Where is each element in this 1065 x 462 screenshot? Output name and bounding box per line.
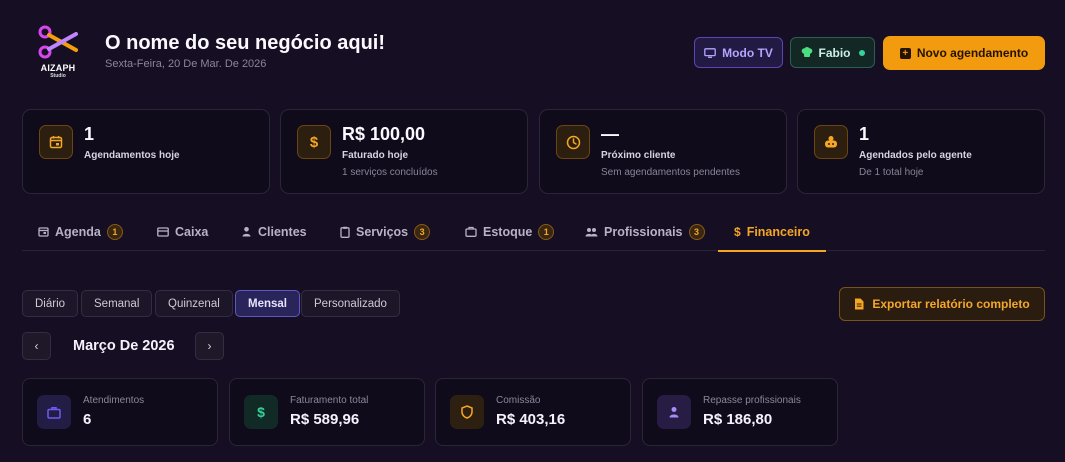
metric-value: R$ 589,96 (290, 411, 360, 428)
monitor-icon (704, 47, 717, 58)
period-semanal[interactable]: Semanal (81, 290, 153, 317)
shield-icon (450, 395, 484, 429)
dollar-icon: $ (297, 125, 331, 159)
stat-sub: 1 serviços concluídos (342, 167, 438, 178)
period-quinzenal[interactable]: Quinzenal (155, 290, 233, 317)
export-report-button[interactable]: Exportar relatório completo (839, 287, 1045, 321)
person-icon (242, 227, 251, 237)
briefcase-icon (37, 395, 71, 429)
tab-estoque[interactable]: Estoque 1 (465, 212, 555, 251)
chef-hat-icon (801, 47, 812, 57)
tv-mode-button[interactable]: Modo TV (694, 37, 783, 68)
metric-label: Faturamento total (290, 395, 369, 406)
tab-label: Profissionais (604, 224, 683, 239)
metric-card-payout: Repasse profissionais R$ 186,80 (642, 378, 838, 446)
tab-badge: 1 (538, 223, 555, 240)
stat-value: — (601, 124, 619, 144)
metric-label: Repasse profissionais (703, 395, 801, 406)
tab-label: Serviços (356, 224, 409, 239)
metric-card-commission: Comissão R$ 403,16 (435, 378, 631, 446)
group-icon (585, 227, 598, 236)
online-status-icon (858, 49, 865, 56)
app-logo: AIZAPH Studio (36, 22, 80, 82)
stat-card-appointments: 1 Agendamentos hoje (22, 109, 270, 194)
tab-profissionais[interactable]: Profissionais 3 (585, 212, 705, 251)
metric-label: Comissão (496, 395, 541, 406)
stat-card-agent: 1 Agendados pelo agente De 1 total hoje (797, 109, 1045, 194)
tab-servicos[interactable]: Serviços 3 (340, 212, 431, 251)
user-name: Fabio (818, 45, 851, 60)
tab-label: Clientes (258, 224, 307, 239)
previous-month-button[interactable]: ‹ (22, 332, 51, 360)
metric-label: Atendimentos (83, 395, 145, 406)
chevron-right-icon: › (207, 339, 212, 353)
metric-value: R$ 186,80 (703, 411, 773, 428)
metric-value: R$ 403,16 (496, 411, 566, 428)
stat-value: 1 (84, 124, 95, 144)
tab-financeiro[interactable]: $ Financeiro (718, 212, 826, 252)
tab-label: Caixa (175, 224, 209, 239)
brand-name: AIZAPH (40, 63, 76, 73)
metric-card-revenue: $ Faturamento total R$ 589,96 (229, 378, 425, 446)
main-tabs: Agenda 1 Caixa Clientes Serviços 3 Estoq… (22, 212, 1045, 252)
month-label: Março De 2026 (73, 338, 175, 354)
dollar-icon: $ (734, 224, 741, 239)
bag-icon (465, 226, 477, 237)
new-appointment-button[interactable]: + Novo agendamento (883, 36, 1045, 70)
stat-value: R$ 100,00 (342, 124, 426, 144)
metric-card-appointments: Atendimentos 6 (22, 378, 218, 446)
clipboard-icon (340, 226, 350, 238)
tab-label: Agenda (55, 224, 101, 239)
stat-value: 1 (859, 124, 870, 144)
document-icon (855, 298, 864, 310)
new-appointment-label: Novo agendamento (916, 46, 1029, 60)
current-date: Sexta-Feira, 20 De Mar. De 2026 (105, 58, 267, 70)
user-button[interactable]: Fabio (790, 37, 875, 68)
scissors-logo-icon (38, 25, 78, 59)
tab-agenda[interactable]: Agenda 1 (38, 212, 123, 251)
stat-label: Faturado hoje (342, 150, 409, 161)
stat-label: Agendados pelo agente (859, 150, 972, 161)
stat-card-revenue: $ R$ 100,00 Faturado hoje 1 serviços con… (280, 109, 528, 194)
robot-icon (814, 125, 848, 159)
chevron-left-icon: ‹ (34, 339, 39, 353)
tab-badge: 3 (414, 223, 431, 240)
tab-label: Estoque (483, 224, 533, 239)
export-label: Exportar relatório completo (872, 297, 1030, 311)
period-mensal[interactable]: Mensal (235, 290, 300, 317)
clock-icon (556, 125, 590, 159)
stat-label: Próximo cliente (601, 150, 676, 161)
calendar-icon (39, 125, 73, 159)
stat-sub: De 1 total hoje (859, 167, 924, 178)
person-icon (657, 395, 691, 429)
stat-card-next-client: — Próximo cliente Sem agendamentos pende… (539, 109, 787, 194)
tab-badge: 1 (106, 223, 123, 240)
page-title: O nome do seu negócio aqui! (105, 32, 386, 54)
plus-icon: + (899, 47, 911, 59)
period-personalizado[interactable]: Personalizado (301, 290, 400, 317)
next-month-button[interactable]: › (195, 332, 224, 360)
period-diario[interactable]: Diário (22, 290, 79, 317)
tab-label: Financeiro (746, 224, 810, 239)
tv-mode-label: Modo TV (722, 45, 773, 60)
calendar-icon (38, 227, 49, 237)
stat-label: Agendamentos hoje (84, 150, 180, 161)
tab-caixa[interactable]: Caixa (157, 212, 208, 251)
card-icon (157, 226, 169, 237)
dollar-icon: $ (244, 395, 278, 429)
metric-value: 6 (83, 411, 92, 428)
tab-badge: 3 (688, 223, 705, 240)
stat-sub: Sem agendamentos pendentes (601, 167, 740, 178)
tab-clientes[interactable]: Clientes (241, 212, 307, 251)
brand-tagline: Studio (50, 73, 66, 79)
